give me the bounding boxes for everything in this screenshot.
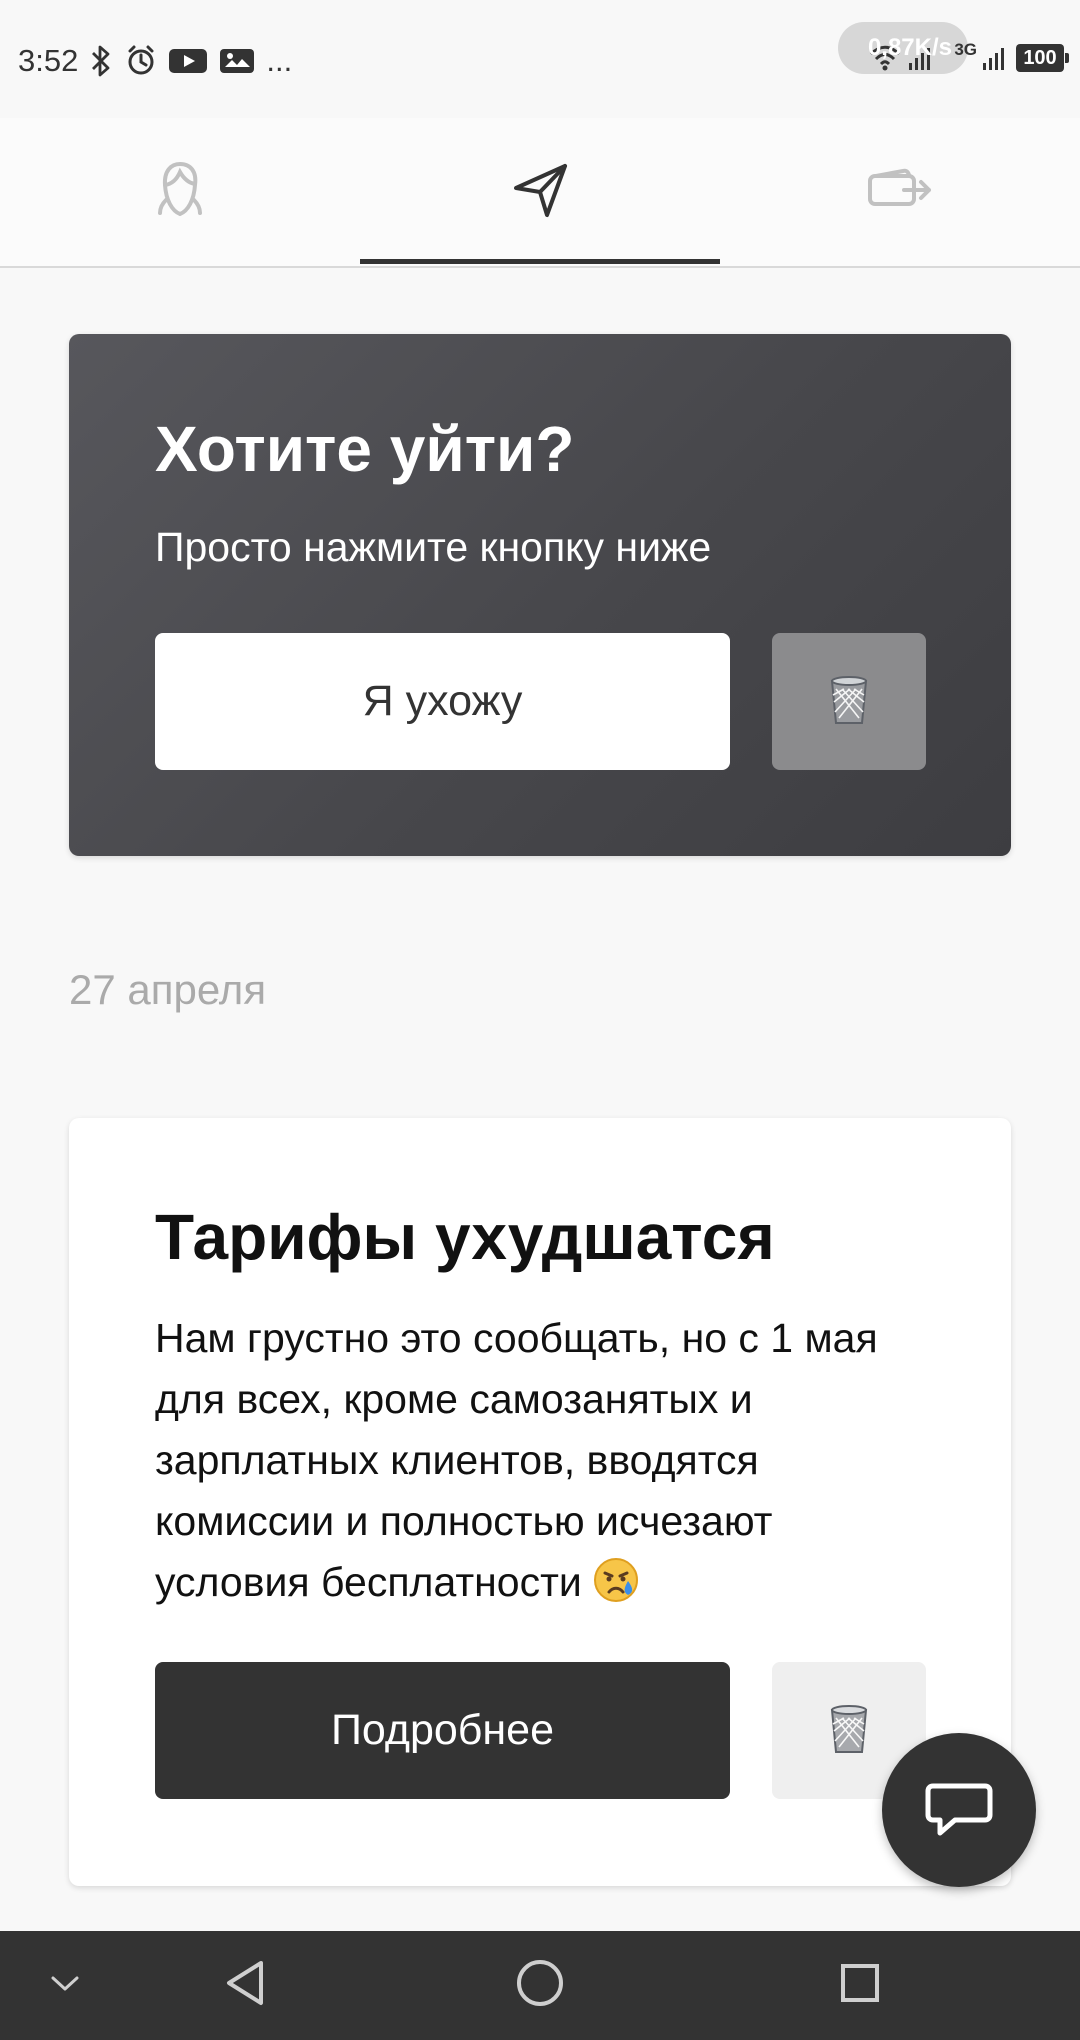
status-bar: 3:52 ... 0,87K/s 3G 100 <box>0 0 1080 118</box>
collapse-navigation-button[interactable] <box>30 1931 100 2040</box>
tariff-news-card: Тарифы ухудшатся Нам грустно это сообщат… <box>69 1118 1011 1886</box>
profile-icon <box>148 157 212 226</box>
alarm-icon <box>124 44 158 78</box>
send-icon <box>508 157 572 226</box>
network-speed: 0,87K/s <box>867 34 952 61</box>
tab-feed[interactable] <box>360 118 720 264</box>
signal-icon <box>980 43 1010 73</box>
status-left: 3:52 ... <box>18 36 292 86</box>
back-button[interactable] <box>200 1931 290 2040</box>
android-navigation-bar <box>0 1931 1080 2040</box>
tab-profile[interactable] <box>0 118 360 264</box>
tariff-news-text: Нам грустно это сообщать, но с 1 мая для… <box>155 1315 878 1605</box>
home-button[interactable] <box>495 1931 585 2040</box>
youtube-icon <box>168 46 208 76</box>
network-type: 3G <box>954 40 977 59</box>
tab-exit[interactable] <box>720 118 1080 264</box>
date-label: 27 апреля <box>69 966 267 1013</box>
leave-card: Хотите уйти? Просто нажмите кнопку ниже … <box>69 334 1011 856</box>
more-notifications: ... <box>266 43 293 78</box>
battery-level: 100 <box>1016 44 1069 72</box>
back-icon <box>221 1958 269 2013</box>
details-button[interactable]: Подробнее <box>155 1662 730 1799</box>
leave-card-subtitle: Просто нажмите кнопку ниже <box>155 524 712 570</box>
tariff-news-body: Нам грустно это сообщать, но с 1 мая для… <box>155 1308 895 1613</box>
trash-icon <box>825 673 873 730</box>
collapse-icon <box>47 1971 83 2000</box>
status-time: 3:52 <box>18 43 79 78</box>
recent-apps-icon <box>837 1960 883 2011</box>
top-tabs <box>0 118 1080 268</box>
bluetooth-icon <box>88 44 114 78</box>
recent-apps-button[interactable] <box>815 1931 905 2040</box>
home-icon <box>514 1957 566 2014</box>
tariff-news-title: Тарифы ухудшатся <box>155 1201 775 1273</box>
crying-face-icon <box>592 1556 640 1604</box>
delete-leave-card-button[interactable] <box>772 633 926 770</box>
leave-card-title: Хотите уйти? <box>155 413 575 485</box>
trash-icon <box>825 1702 873 1759</box>
support-chat-button[interactable] <box>882 1733 1036 1887</box>
leave-button[interactable]: Я ухожу <box>155 633 730 770</box>
exit-icon <box>865 159 935 224</box>
gallery-icon <box>218 46 256 76</box>
chat-icon <box>924 1778 994 1843</box>
active-tab-indicator <box>360 259 720 264</box>
